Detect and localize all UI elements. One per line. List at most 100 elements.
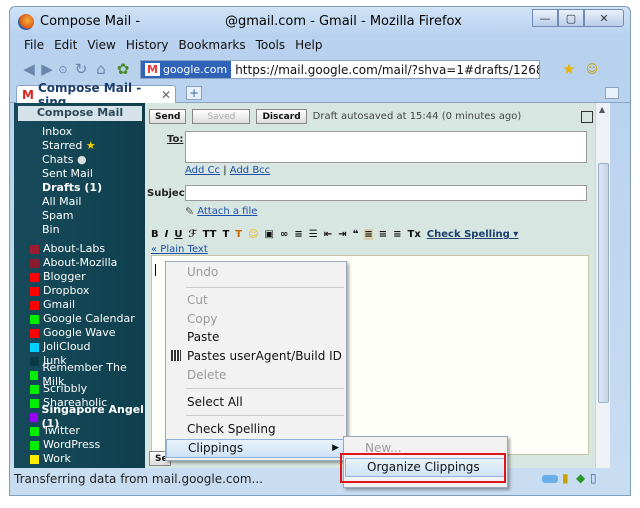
popout-icon[interactable] bbox=[581, 111, 593, 123]
label-color-swatch[interactable] bbox=[30, 314, 39, 324]
align-right-icon[interactable]: ≡ bbox=[393, 229, 401, 240]
label-color-swatch[interactable] bbox=[30, 258, 39, 268]
quote-icon[interactable]: ❝ bbox=[352, 229, 358, 240]
label-color-swatch[interactable] bbox=[30, 440, 39, 450]
send-button[interactable]: Send bbox=[149, 109, 187, 124]
italic-icon[interactable]: I bbox=[165, 229, 169, 240]
tab-list-icon[interactable] bbox=[605, 87, 619, 99]
nav-sent[interactable]: Sent Mail bbox=[42, 167, 102, 181]
label-color-swatch[interactable] bbox=[30, 384, 39, 394]
label-color-swatch[interactable] bbox=[30, 272, 39, 282]
subject-field[interactable] bbox=[185, 185, 587, 201]
align-center-icon[interactable]: ≡ bbox=[379, 229, 387, 240]
label-color-swatch[interactable] bbox=[30, 328, 39, 338]
emoticon-icon[interactable]: ☺ bbox=[248, 229, 258, 240]
url-bar[interactable]: Mgoogle.com https://mail.google.com/mail… bbox=[140, 60, 540, 79]
font-icon[interactable]: ℱ bbox=[188, 229, 196, 240]
remove-format-icon[interactable]: Tx bbox=[408, 229, 421, 240]
menu-delete[interactable]: Delete bbox=[166, 366, 346, 385]
history-dropdown-icon[interactable]: ⊙ bbox=[56, 59, 70, 79]
compose-mail-link[interactable]: Compose Mail bbox=[18, 106, 142, 121]
underline-icon[interactable]: U bbox=[174, 229, 182, 240]
label-item[interactable]: About-Mozilla bbox=[30, 256, 145, 270]
menu-check-spelling[interactable]: Check Spelling bbox=[166, 420, 346, 439]
bold-icon[interactable]: B bbox=[151, 229, 159, 240]
font-size-icon[interactable]: TT bbox=[203, 229, 217, 240]
indent-more-icon[interactable]: ⇥ bbox=[338, 229, 346, 240]
menu-cut[interactable]: Cut bbox=[166, 291, 346, 310]
maximize-button[interactable]: ▢ bbox=[558, 9, 584, 27]
addon-icon[interactable]: ✿ bbox=[114, 59, 132, 79]
page-status-icon[interactable]: ▯ bbox=[590, 471, 597, 485]
minimize-button[interactable]: — bbox=[532, 9, 558, 27]
label-item[interactable]: Gmail bbox=[30, 298, 145, 312]
forward-icon[interactable]: ▶ bbox=[40, 59, 54, 79]
menu-copy[interactable]: Copy bbox=[166, 310, 346, 329]
reload-icon[interactable]: ↻ bbox=[72, 59, 90, 79]
menu-file[interactable]: File bbox=[22, 37, 46, 55]
url-text[interactable]: https://mail.google.com/mail/?shva=1#dra… bbox=[231, 63, 539, 77]
saved-button[interactable]: Saved bbox=[192, 109, 251, 124]
vertical-scrollbar[interactable]: ▲ bbox=[595, 103, 610, 468]
label-color-swatch[interactable] bbox=[30, 454, 39, 464]
to-field[interactable] bbox=[185, 131, 587, 163]
label-item[interactable]: Dropbox bbox=[30, 284, 145, 298]
label-color-swatch[interactable] bbox=[30, 342, 39, 352]
label-item[interactable]: WordPress bbox=[30, 438, 145, 452]
greasemonkey-icon[interactable]: ☺ bbox=[582, 59, 602, 79]
nav-starred[interactable]: Starred ★ bbox=[42, 139, 102, 153]
label-color-swatch[interactable] bbox=[30, 426, 39, 436]
tab-compose-mail[interactable]: M Compose Mail - sing... ✕ bbox=[16, 81, 176, 109]
label-item[interactable]: Blogger bbox=[30, 270, 145, 284]
menu-pastes-useragent[interactable]: Pastes userAgent/Build ID bbox=[166, 347, 346, 366]
label-color-swatch[interactable] bbox=[30, 244, 39, 254]
menu-tools[interactable]: Tools bbox=[254, 37, 288, 55]
text-color-icon[interactable]: T bbox=[222, 229, 229, 240]
home-icon[interactable]: ⌂ bbox=[92, 59, 110, 79]
add-bcc-link[interactable]: Add Bcc bbox=[230, 165, 270, 176]
new-tab-icon[interactable]: + bbox=[186, 86, 202, 100]
menu-paste[interactable]: Paste bbox=[166, 328, 346, 347]
nav-inbox[interactable]: Inbox bbox=[42, 125, 102, 139]
label-item[interactable]: Remember The Milk bbox=[30, 361, 145, 388]
label-item[interactable]: Google Calendar bbox=[30, 312, 145, 326]
close-button[interactable]: ✕ bbox=[584, 9, 624, 27]
nav-all-mail[interactable]: All Mail bbox=[42, 195, 102, 209]
nav-drafts[interactable]: Drafts (1) bbox=[42, 181, 102, 195]
menu-edit[interactable]: Edit bbox=[52, 37, 79, 55]
scrollbar-thumb[interactable] bbox=[598, 163, 609, 403]
menu-history[interactable]: History bbox=[124, 37, 171, 55]
bookmark-star-icon[interactable]: ★ bbox=[560, 59, 578, 79]
label-item[interactable]: About-Labs bbox=[30, 242, 145, 256]
label-color-swatch[interactable] bbox=[30, 300, 39, 310]
nav-bin[interactable]: Bin bbox=[42, 223, 102, 237]
numbered-list-icon[interactable]: ≡ bbox=[294, 229, 302, 240]
attach-file-link[interactable]: Attach a file bbox=[197, 206, 257, 217]
link-icon[interactable]: ∞ bbox=[280, 229, 288, 240]
menu-clippings[interactable]: Clippings ▶ bbox=[166, 439, 346, 458]
label-color-swatch[interactable] bbox=[30, 370, 39, 380]
discard-button[interactable]: Discard bbox=[256, 109, 307, 124]
label-color-swatch[interactable] bbox=[30, 398, 39, 408]
label-item[interactable]: Google Wave bbox=[30, 326, 145, 340]
highlight-icon[interactable]: T bbox=[235, 229, 242, 240]
bullet-list-icon[interactable]: ☰ bbox=[309, 229, 318, 240]
menu-bookmarks[interactable]: Bookmarks bbox=[177, 37, 248, 55]
nav-spam[interactable]: Spam bbox=[42, 209, 102, 223]
label-color-swatch[interactable] bbox=[30, 412, 38, 422]
label-color-swatch[interactable] bbox=[30, 286, 39, 296]
label-item[interactable]: JoliCloud bbox=[30, 340, 145, 354]
indent-less-icon[interactable]: ⇤ bbox=[324, 229, 332, 240]
back-icon[interactable]: ◀ bbox=[20, 59, 38, 79]
menu-view[interactable]: View bbox=[85, 37, 117, 55]
tab-close-icon[interactable]: ✕ bbox=[161, 88, 171, 102]
add-cc-link[interactable]: Add Cc bbox=[185, 165, 220, 176]
menu-select-all[interactable]: Select All bbox=[166, 393, 346, 412]
nav-chats[interactable]: Chats ● bbox=[42, 153, 102, 167]
menu-help[interactable]: Help bbox=[293, 37, 324, 55]
to-label[interactable]: To: bbox=[167, 134, 183, 145]
image-icon[interactable]: ▣ bbox=[265, 229, 274, 240]
scroll-up-icon[interactable]: ▲ bbox=[599, 105, 605, 114]
label-item[interactable]: Work bbox=[30, 452, 145, 466]
align-left-icon[interactable]: ≡ bbox=[364, 229, 373, 240]
